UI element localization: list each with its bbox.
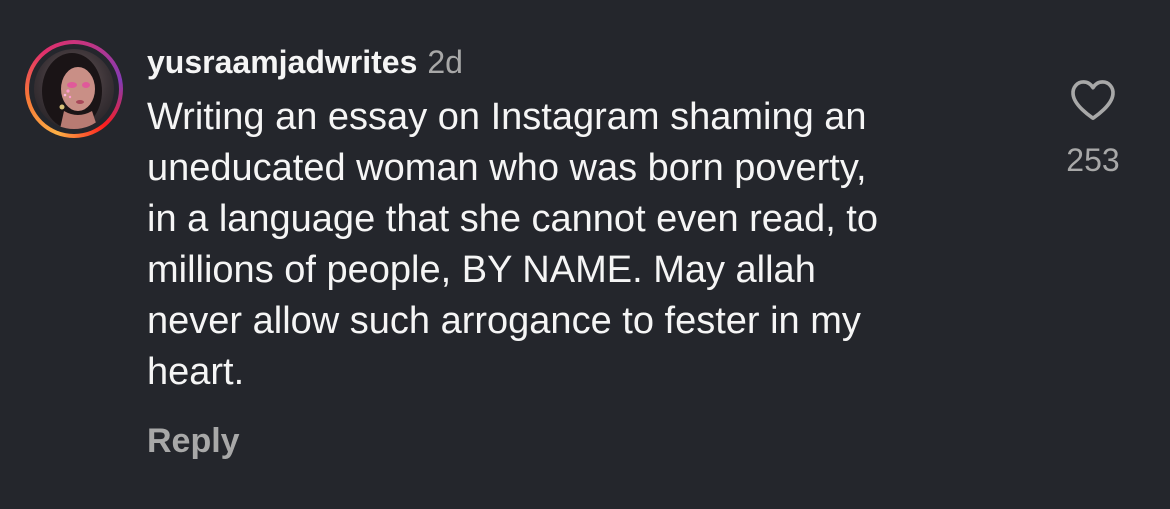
heart-outline-icon bbox=[1071, 80, 1115, 121]
comment-text-line: Writing an essay on Instagram shaming an bbox=[147, 96, 867, 138]
comment-text-line: uneducated woman who was born poverty, bbox=[147, 147, 867, 189]
timestamp: 2d bbox=[427, 44, 463, 80]
avatar-story-ring[interactable] bbox=[25, 40, 123, 138]
comment-text-line: never allow such arrogance to fester in … bbox=[147, 300, 861, 342]
comment-text-line: in a language that she cannot even read,… bbox=[147, 198, 878, 240]
reply-button[interactable]: Reply bbox=[147, 422, 240, 461]
like-button[interactable] bbox=[1070, 78, 1116, 122]
username[interactable]: yusraamjadwrites bbox=[147, 44, 417, 80]
comment-text-line: heart. bbox=[147, 351, 245, 393]
comment-header: yusraamjadwrites 2d bbox=[147, 40, 463, 84]
comment: yusraamjadwrites 2d Writing an essay on I… bbox=[0, 0, 1170, 509]
comment-text: Writing an essay on Instagram shaming an… bbox=[147, 92, 1017, 398]
avatar[interactable] bbox=[34, 49, 114, 129]
like-count: 253 bbox=[1066, 142, 1120, 178]
avatar-image bbox=[42, 53, 102, 129]
comment-text-line: millions of people, BY NAME. May allah bbox=[147, 249, 816, 291]
